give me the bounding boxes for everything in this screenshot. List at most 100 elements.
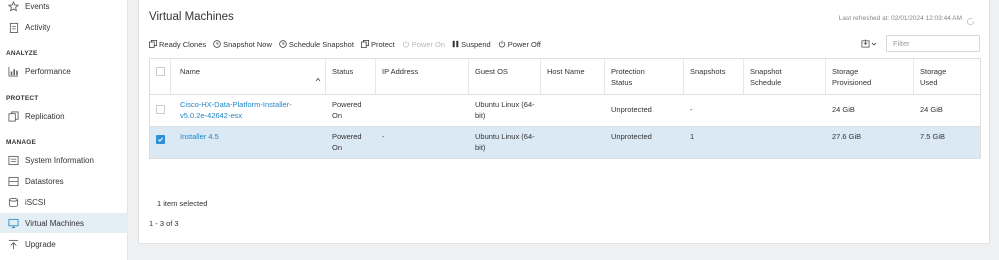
export-icon xyxy=(861,39,870,48)
power-off-button[interactable]: Power Off xyxy=(498,40,541,49)
sidebar-item-virtual-machines[interactable]: Virtual Machines xyxy=(0,213,128,233)
last-refreshed-text: Last refreshed at: 02/01/2024 12:03:44 A… xyxy=(838,15,962,22)
sidebar-item-replication[interactable]: Replication xyxy=(0,106,128,126)
column-header-used[interactable]: Storage Used xyxy=(920,67,960,88)
power-on-label: Power On xyxy=(411,39,446,49)
column-header-snapshots[interactable]: Snapshots xyxy=(690,67,725,78)
column-divider xyxy=(913,59,914,94)
sort-asc-icon[interactable] xyxy=(315,69,321,87)
section-header-manage: MANAGE xyxy=(6,139,37,146)
refresh-icon[interactable] xyxy=(966,13,975,26)
power-icon xyxy=(498,40,505,48)
vm-storage-used: 7.5 GiB xyxy=(920,132,946,141)
sidebar-item-label: Replication xyxy=(25,111,65,121)
column-divider xyxy=(325,59,326,94)
selection-count: 1 item selected xyxy=(157,199,208,208)
select-all-checkbox[interactable] xyxy=(156,67,165,76)
schedule-snapshot-label: Schedule Snapshot xyxy=(288,39,354,49)
sidebar-item-events[interactable]: Events xyxy=(0,0,128,16)
vm-status: Powered On xyxy=(332,132,362,152)
sidebar-item-label: iSCSI xyxy=(25,197,46,207)
column-header-schedule[interactable]: Snapshot Schedule xyxy=(750,67,805,88)
column-divider xyxy=(825,59,826,94)
column-header-name[interactable]: Name xyxy=(180,67,200,78)
row-checkbox[interactable] xyxy=(156,105,165,114)
column-header-ip[interactable]: IP Address xyxy=(382,67,418,78)
sidebar-item-label: Events xyxy=(25,1,50,11)
column-divider xyxy=(743,59,744,94)
toolbar: Ready Clones Snapshot Now Schedule Snaps… xyxy=(149,38,548,50)
vm-snapshots: - xyxy=(690,105,693,114)
snapshot-now-label: Snapshot Now xyxy=(223,39,272,49)
vm-storage-used: 24 GiB xyxy=(920,105,943,114)
vm-guest-os: Ubuntu Linux (64-bit) xyxy=(475,100,535,120)
replication-icon xyxy=(8,111,19,122)
checkmark-icon xyxy=(157,137,164,142)
sidebar-item-performance[interactable]: Performance xyxy=(0,61,128,81)
pagination-info: 1 - 3 of 3 xyxy=(149,219,179,228)
vm-storage-provisioned: 24 GiB xyxy=(832,105,855,114)
column-header-provisioned[interactable]: Storage Provisioned xyxy=(832,67,892,88)
sidebar-item-system-information[interactable]: System Information xyxy=(0,150,128,170)
page-title: Virtual Machines xyxy=(149,11,234,23)
snapshot-now-button[interactable]: Snapshot Now xyxy=(213,40,272,49)
sidebar: Events Activity ANALYZE Performance PROT… xyxy=(0,0,128,260)
column-divider xyxy=(683,59,684,94)
sidebar-item-upgrade[interactable]: Upgrade xyxy=(0,234,128,254)
clone-icon xyxy=(149,40,157,48)
column-divider xyxy=(604,59,605,94)
iscsi-icon xyxy=(8,197,19,208)
clock-icon xyxy=(213,40,221,48)
system-info-icon xyxy=(8,155,19,166)
column-header-guest-os[interactable]: Guest OS xyxy=(475,67,508,78)
table-header: Name Status IP Address Guest OS Host Nam… xyxy=(149,58,981,95)
vm-status: Powered On xyxy=(332,100,362,120)
pause-icon xyxy=(452,40,459,48)
column-divider xyxy=(375,59,376,94)
vm-name-link[interactable]: Cisco-HX-Data-Platform-Installer-v5.0.2e… xyxy=(180,100,310,121)
column-header-status[interactable]: Status xyxy=(332,67,353,78)
sidebar-item-iscsi[interactable]: iSCSI xyxy=(0,192,128,212)
vm-name-link[interactable]: Installer 4.5 xyxy=(180,132,310,143)
vm-ip: - xyxy=(382,132,385,141)
section-header-analyze: ANALYZE xyxy=(6,50,38,57)
protect-label: Protect xyxy=(370,39,395,49)
table-row[interactable]: Installer 4.5 Powered On - Ubuntu Linux … xyxy=(149,127,981,159)
ready-clones-label: Ready Clones xyxy=(159,39,207,49)
vm-snapshots: 1 xyxy=(690,132,695,141)
column-header-protection[interactable]: Protection Status xyxy=(611,67,666,88)
protect-button[interactable]: Protect xyxy=(360,39,395,49)
table-row[interactable]: Cisco-HX-Data-Platform-Installer-v5.0.2e… xyxy=(149,95,981,127)
schedule-snapshot-button[interactable]: Schedule Snapshot xyxy=(279,40,354,49)
sidebar-item-label: Performance xyxy=(25,66,71,76)
column-header-host[interactable]: Host Name xyxy=(547,67,585,78)
row-checkbox[interactable] xyxy=(156,135,165,144)
power-on-button[interactable]: Power On xyxy=(402,40,445,49)
vm-protection: Unprotected xyxy=(611,105,652,114)
vm-protection: Unprotected xyxy=(611,132,652,141)
star-icon xyxy=(8,0,19,12)
datastore-icon xyxy=(8,176,19,187)
monitor-icon xyxy=(8,218,19,229)
vm-storage-provisioned: 27.6 GiB xyxy=(832,132,862,141)
sidebar-item-label: Virtual Machines xyxy=(25,218,84,228)
column-divider xyxy=(170,59,171,94)
suspend-label: Suspend xyxy=(461,39,491,49)
sidebar-item-label: Upgrade xyxy=(25,239,56,249)
main-panel: Virtual Machines Last refreshed at: 02/0… xyxy=(138,0,990,244)
clock-icon xyxy=(279,40,287,48)
sidebar-item-label: System Information xyxy=(25,155,94,165)
sidebar-item-activity[interactable]: Activity xyxy=(0,17,128,37)
export-dropdown-button[interactable] xyxy=(861,39,877,48)
sidebar-item-datastores[interactable]: Datastores xyxy=(0,171,128,191)
suspend-button[interactable]: Suspend xyxy=(452,40,491,49)
bar-chart-icon xyxy=(8,66,19,77)
column-divider xyxy=(540,59,541,94)
column-divider xyxy=(468,59,469,94)
clipboard-icon xyxy=(8,22,19,33)
filter-input[interactable] xyxy=(886,35,980,52)
chevron-down-icon xyxy=(871,42,877,46)
sidebar-item-label: Datastores xyxy=(25,176,64,186)
upgrade-icon xyxy=(8,239,19,250)
ready-clones-button[interactable]: Ready Clones xyxy=(149,40,206,49)
